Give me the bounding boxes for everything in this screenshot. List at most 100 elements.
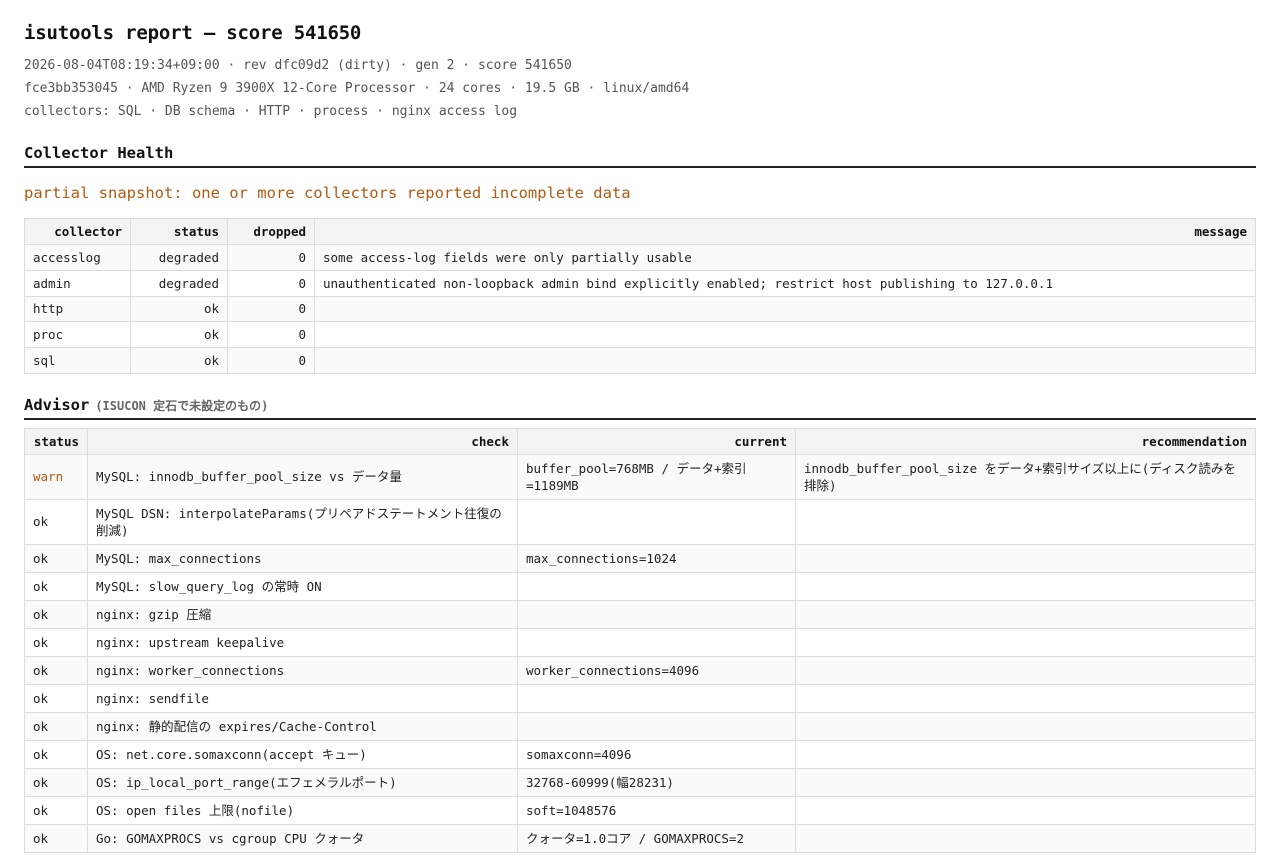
report-title: isutools report — score 541650 [24, 22, 362, 44]
advisor-recommendation-cell [795, 571, 1256, 601]
advisor-row: ok nginx: gzip 圧縮 [24, 599, 1256, 629]
advisor-status-cell: ok [24, 543, 88, 573]
advisor-recommendation-cell [795, 683, 1256, 713]
meta-collectors-line: collectors: SQL · DB schema · HTTP · pro… [24, 104, 518, 119]
col-message: message [314, 218, 1256, 245]
health-collector-cell: sql [24, 347, 131, 374]
advisor-current-cell [517, 571, 796, 601]
advisor-recommendation-cell [795, 655, 1256, 685]
health-message-cell [314, 321, 1256, 349]
advisor-recommendation-cell [795, 543, 1256, 573]
advisor-current-cell [517, 498, 796, 545]
health-collector-cell: accesslog [24, 244, 131, 271]
health-collector-cell: admin [24, 269, 131, 297]
advisor-row: ok nginx: worker_connections worker_connec… [24, 655, 1256, 685]
advisor-row: warn MySQL: innodb_buffer_pool_size vs デー… [24, 453, 1256, 500]
health-dropped-cell: 0 [227, 244, 315, 271]
health-message-cell: some access-log fields were only partial… [314, 244, 1256, 271]
advisor-current-cell: max_connections=1024 [517, 543, 796, 573]
advisor-current-cell [517, 599, 796, 629]
collector-health-heading: Collector Health [24, 144, 1256, 168]
advisor-status-cell: ok [24, 599, 88, 629]
advisor-status-cell: ok [24, 739, 88, 769]
advisor-status-cell: ok [24, 767, 88, 797]
health-row: sql ok 0 [24, 347, 1256, 374]
health-status-cell: degraded [130, 269, 228, 297]
advisor-row: ok nginx: sendfile [24, 683, 1256, 713]
advisor-row: ok nginx: 静的配信の expires/Cache-Control [24, 711, 1256, 741]
advisor-check-cell: nginx: upstream keepalive [87, 627, 518, 657]
advisor-current-cell [517, 711, 796, 741]
advisor-check-cell: nginx: 静的配信の expires/Cache-Control [87, 711, 518, 741]
health-dropped-cell: 0 [227, 269, 315, 297]
advisor-recommendation-cell [795, 795, 1256, 825]
advisor-status-cell: ok [24, 627, 88, 657]
health-status-cell: ok [130, 347, 228, 374]
advisor-recommendation-cell [795, 739, 1256, 769]
health-status-cell: degraded [130, 244, 228, 271]
advisor-status-cell: ok [24, 823, 88, 853]
advisor-row: ok MySQL: slow_query_log の常時 ON [24, 571, 1256, 601]
col-dropped: dropped [227, 218, 315, 245]
advisor-header-row: status check current recommendation [24, 427, 1256, 455]
advisor-check-cell: OS: ip_local_port_range(エフェメラルポート) [87, 767, 518, 797]
advisor-check-cell: nginx: sendfile [87, 683, 518, 713]
advisor-current-cell: worker_connections=4096 [517, 655, 796, 685]
col-collector: collector [24, 218, 131, 245]
advisor-check-cell: nginx: worker_connections [87, 655, 518, 685]
col-adv-current: current [517, 427, 796, 455]
health-message-cell [314, 295, 1256, 323]
health-status-cell: ok [130, 295, 228, 323]
advisor-subtitle: (ISUCON 定石で未設定のもの) [95, 398, 269, 413]
advisor-row: ok OS: open files 上限(nofile) soft=1048576 [24, 795, 1256, 825]
report-meta: 2026-08-04T08:19:34+09:00 · rev dfc09d2 … [24, 54, 1256, 123]
advisor-check-cell: MySQL: max_connections [87, 543, 518, 573]
advisor-current-cell: buffer_pool=768MB / データ+索引=1189MB [517, 453, 796, 500]
advisor-recommendation-cell: innodb_buffer_pool_size をデータ+索引サイズ以上に(ディ… [795, 453, 1256, 500]
advisor-status-cell: ok [24, 711, 88, 741]
advisor-row: ok OS: net.core.somaxconn(accept キュー) soma… [24, 739, 1256, 769]
health-message-cell [314, 347, 1256, 374]
advisor-check-cell: Go: GOMAXPROCS vs cgroup CPU クォータ [87, 823, 518, 853]
advisor-row: ok MySQL: max_connections max_connections=… [24, 543, 1256, 573]
health-header-row: collector status dropped message [24, 218, 1256, 245]
meta-host-line: fce3bb353045 · AMD Ryzen 9 3900X 12-Core… [24, 81, 690, 96]
advisor-recommendation-cell [795, 711, 1256, 741]
advisor-status-cell: ok [24, 683, 88, 713]
advisor-recommendation-cell [795, 767, 1256, 797]
advisor-recommendation-cell [795, 823, 1256, 853]
advisor-check-cell: OS: net.core.somaxconn(accept キュー) [87, 739, 518, 769]
health-collector-cell: proc [24, 321, 131, 349]
advisor-current-cell: クォータ=1.0コア / GOMAXPROCS=2 [517, 823, 796, 853]
advisor-status-cell: ok [24, 655, 88, 685]
health-row: proc ok 0 [24, 321, 1256, 349]
health-dropped-cell: 0 [227, 295, 315, 323]
advisor-current-cell: 32768-60999(幅28231) [517, 767, 796, 797]
advisor-recommendation-cell [795, 627, 1256, 657]
health-status-cell: ok [130, 321, 228, 349]
health-message-cell: unauthenticated non-loopback admin bind … [314, 269, 1256, 297]
meta-run-line: 2026-08-04T08:19:34+09:00 · rev dfc09d2 … [24, 58, 572, 73]
health-dropped-cell: 0 [227, 347, 315, 374]
health-row: admin degraded 0 unauthenticated non-loopba… [24, 269, 1256, 297]
col-adv-check: check [87, 427, 518, 455]
advisor-check-cell: nginx: gzip 圧縮 [87, 599, 518, 629]
advisor-current-cell [517, 683, 796, 713]
advisor-current-cell: somaxconn=4096 [517, 739, 796, 769]
col-status: status [130, 218, 228, 245]
advisor-row: ok OS: ip_local_port_range(エフェメラルポート) 3276… [24, 767, 1256, 797]
collector-health-table: collector status dropped message accessl… [24, 218, 1256, 374]
advisor-status-cell: ok [24, 795, 88, 825]
advisor-check-cell: MySQL DSN: interpolateParams(プリペアドステートメン… [87, 498, 518, 545]
col-adv-status: status [24, 427, 88, 455]
advisor-heading: Advisor (ISUCON 定石で未設定のもの) [24, 396, 1256, 420]
advisor-row: ok Go: GOMAXPROCS vs cgroup CPU クォータ クォータ=… [24, 823, 1256, 853]
advisor-check-cell: MySQL: slow_query_log の常時 ON [87, 571, 518, 601]
advisor-recommendation-cell [795, 599, 1256, 629]
partial-snapshot-warning: partial snapshot: one or more collectors… [24, 184, 631, 202]
advisor-current-cell [517, 627, 796, 657]
health-row: http ok 0 [24, 295, 1256, 323]
report-page: isutools report — score 541650 2026-08-0… [0, 0, 1280, 853]
col-adv-recommendation: recommendation [795, 427, 1256, 455]
advisor-row: ok MySQL DSN: interpolateParams(プリペアドステート… [24, 498, 1256, 545]
